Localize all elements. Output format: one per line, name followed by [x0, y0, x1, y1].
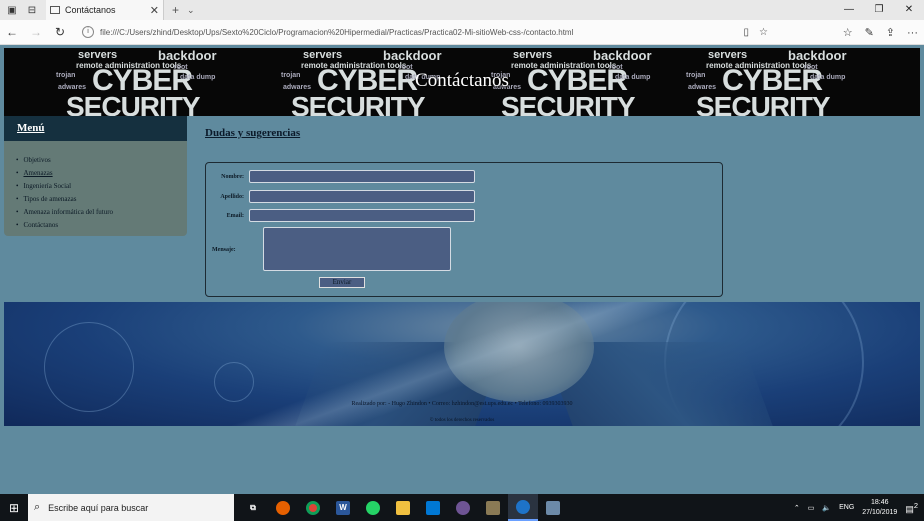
taskbar: ⊞ ⌕ Escribe aquí para buscar ⧉ W ⌃ ▭ 🔈 E… [0, 494, 924, 521]
favorite-star-icon[interactable]: ☆ [759, 27, 768, 38]
sidebar-menu: Menú Objetivos Amenazas Ingeniería Socia… [4, 116, 187, 236]
file-explorer-icon[interactable] [388, 494, 418, 521]
notes-icon[interactable]: ✎ [865, 26, 874, 39]
apellido-input[interactable] [249, 190, 475, 203]
forward-icon[interactable]: → [24, 25, 48, 39]
email-label: Email: [226, 212, 244, 219]
chevron-down-icon[interactable]: ⌄ [187, 5, 195, 16]
vscode-icon[interactable] [418, 494, 448, 521]
reading-view-icon[interactable]: ▯ [744, 27, 750, 38]
clock[interactable]: 18:46 27/10/2019 [862, 498, 897, 518]
search-placeholder[interactable]: Escribe aquí para buscar [48, 503, 148, 513]
section-heading: Dudas y sugerencias [205, 127, 301, 139]
nombre-label: Nombre: [221, 173, 244, 180]
new-tab-icon[interactable]: + [172, 3, 179, 17]
chevron-up-icon[interactable]: ⌃ [794, 504, 800, 512]
firefox-icon[interactable] [268, 494, 298, 521]
menu-item-amenaza-futuro[interactable]: Amenaza informática del futuro [16, 206, 187, 219]
edge-icon[interactable] [508, 494, 538, 521]
chrome-icon[interactable] [298, 494, 328, 521]
apellido-row: Apellido: [212, 190, 475, 203]
close-tab-icon[interactable]: ✕ [150, 4, 159, 17]
email-row: Email: [212, 209, 475, 222]
share-icon[interactable]: ⇪ [886, 26, 895, 39]
email-input[interactable] [249, 209, 475, 222]
close-window-icon[interactable]: ✕ [894, 0, 924, 20]
menu-item-ingenieria-social[interactable]: Ingeniería Social [16, 180, 187, 193]
refresh-icon[interactable]: ↻ [48, 25, 72, 39]
notification-count: 2 [913, 500, 918, 510]
taskbar-search[interactable]: ⌕ Escribe aquí para buscar [28, 494, 234, 521]
tab-preview-icon[interactable]: ⊟ [24, 2, 40, 18]
app-icon[interactable] [478, 494, 508, 521]
browser-tab[interactable]: Contáctanos ✕ [46, 0, 164, 20]
nombre-input[interactable] [249, 170, 475, 183]
menu-heading: Menú [4, 116, 187, 141]
battery-icon[interactable]: ▭ [808, 504, 815, 512]
notifications-icon[interactable]: ▤2 [905, 501, 918, 515]
windows-start-icon[interactable]: ⊞ [0, 494, 28, 521]
page-icon [50, 6, 60, 14]
minimize-icon[interactable]: — [834, 0, 864, 20]
url-field[interactable]: i file:///C:/Users/zhind/Desktop/Ups/Sex… [82, 23, 772, 42]
nombre-row: Nombre: [212, 170, 475, 183]
menu-item-contactanos[interactable]: Contáctanos [16, 219, 187, 232]
system-tray: ⌃ ▭ 🔈 ENG 18:46 27/10/2019 ▤2 [794, 494, 924, 521]
tab-title: Contáctanos [65, 5, 116, 15]
github-icon[interactable] [448, 494, 478, 521]
menu-item-objetivos[interactable]: Objetivos [16, 154, 187, 167]
back-icon[interactable]: ← [0, 25, 24, 39]
footer-credits: Realizado por: - Hugo Zhindon • Correo: … [351, 401, 573, 407]
browser-tab-bar: ▣ ⊟ Contáctanos ✕ + ⌄ — ❐ ✕ [0, 0, 924, 20]
language-indicator[interactable]: ENG [839, 504, 854, 511]
search-icon: ⌕ [34, 501, 41, 513]
mensaje-label: Mensaje: [212, 247, 236, 253]
header-banner: servers backdoor remote administration t… [4, 48, 920, 116]
window-controls: — ❐ ✕ [834, 0, 924, 20]
menu-item-amenazas[interactable]: Amenazas [16, 167, 187, 180]
web-page: servers backdoor remote administration t… [4, 46, 920, 494]
more-icon[interactable]: ··· [907, 27, 918, 39]
apellido-label: Apellido: [220, 193, 244, 200]
page-title: Contáctanos [415, 70, 509, 91]
contact-form: Nombre: Apellido: Email: Mensaje: Enviar [205, 162, 723, 297]
volume-icon[interactable]: 🔈 [822, 504, 831, 512]
menu-list: Objetivos Amenazas Ingeniería Social Tip… [4, 141, 187, 232]
enviar-button[interactable]: Enviar [319, 277, 365, 288]
url-text[interactable]: file:///C:/Users/zhind/Desktop/Ups/Sexto… [100, 28, 744, 37]
clock-date: 27/10/2019 [862, 508, 898, 516]
restore-icon[interactable]: ❐ [864, 0, 894, 20]
footer: Realizado por: - Hugo Zhindon • Correo: … [4, 302, 920, 426]
address-bar: ← → ↻ i file:///C:/Users/zhind/Desktop/U… [0, 20, 924, 45]
word-icon[interactable]: W [328, 494, 358, 521]
set-aside-tabs-icon[interactable]: ▣ [4, 2, 20, 18]
clock-time: 18:46 [871, 498, 889, 506]
whatsapp-icon[interactable] [358, 494, 388, 521]
task-view-icon[interactable]: ⧉ [238, 494, 268, 521]
menu-item-tipos-de-amenazas[interactable]: Tipos de amenazas [16, 193, 187, 206]
footer-copyright: © todos los derechos reservados [429, 418, 495, 423]
favorites-icon[interactable]: ☆ [843, 26, 853, 39]
info-icon[interactable]: i [82, 26, 94, 38]
footer-image-light [4, 302, 920, 426]
mensaje-textarea[interactable] [263, 227, 451, 271]
snipping-tool-icon[interactable] [538, 494, 568, 521]
